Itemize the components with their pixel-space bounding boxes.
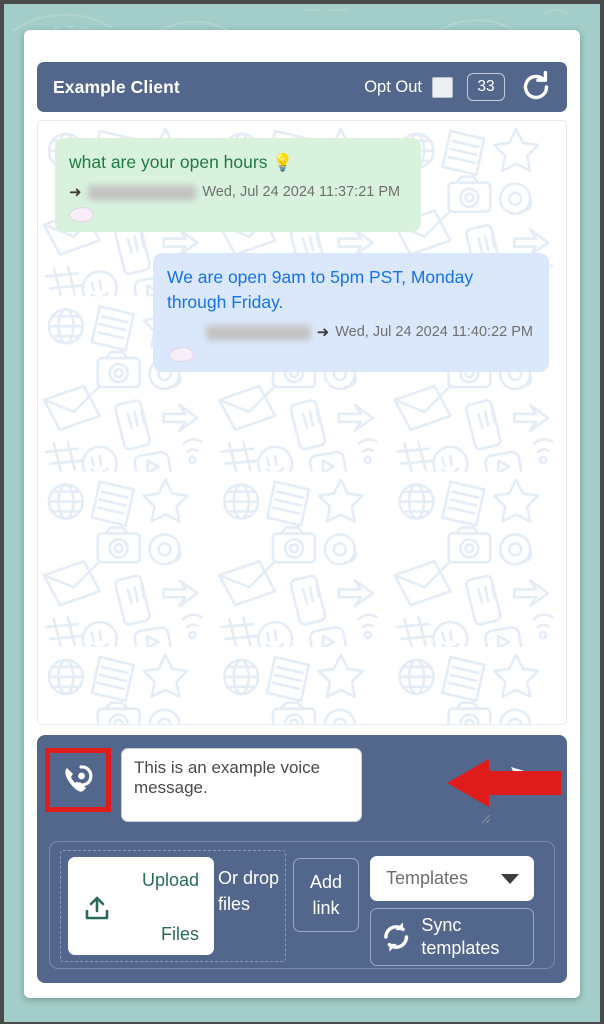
templates-select[interactable]: Templates (370, 856, 534, 901)
chat-header: Example Client Opt Out 33 (37, 62, 567, 112)
sync-templates-label: Sync templates (421, 915, 500, 958)
lightbulb-emoji: 💡 (272, 153, 294, 172)
messages-pane[interactable]: what are your open hours 💡 ➜ Steven Mart… (37, 120, 567, 725)
arrow-right-icon: ➜ (69, 183, 82, 201)
sync-templates-button[interactable]: Sync templates (370, 908, 534, 966)
message-bubble-inbound[interactable]: what are your open hours 💡 ➜ Steven Mart… (55, 138, 421, 232)
send-paper-plane-icon (511, 767, 551, 793)
templates-select-value: Templates (386, 868, 469, 888)
message-text: what are your open hours (69, 152, 268, 172)
unread-count-badge: 33 (467, 73, 505, 101)
message-text-row: We are open 9am to 5pm PST, Monday throu… (167, 265, 535, 315)
send-button[interactable] (505, 748, 557, 812)
drop-files-hint: Or drop files (218, 868, 280, 914)
page-title: Example Client (53, 76, 180, 97)
message-timestamp: Wed, Jul 24 2024 11:37:21 PM (202, 184, 401, 200)
attachment-toolbar: Upload Files Or drop files Add link Temp… (49, 841, 555, 969)
composer-panel: Upload Files Or drop files Add link Temp… (37, 735, 567, 983)
message-input-wrapper (121, 748, 495, 827)
upload-files-button[interactable]: Upload Files (68, 857, 214, 955)
phone-voicemail-icon (65, 765, 93, 792)
opt-out-checkbox[interactable] (432, 76, 453, 98)
message-text: We are open 9am to 5pm PST, Monday throu… (167, 267, 474, 312)
attachment-blob-shape (169, 347, 194, 362)
refresh-button[interactable] (517, 68, 555, 106)
sync-refresh-icon (384, 922, 409, 952)
message-text-row: what are your open hours 💡 (69, 150, 407, 175)
upload-icon (85, 896, 109, 920)
voice-message-button[interactable] (45, 748, 111, 812)
arrow-right-icon: ➜ (316, 323, 330, 341)
textarea-resize-handle[interactable] (479, 812, 491, 824)
message-timestamp: Wed, Jul 24 2024 11:40:22 PM (335, 324, 533, 340)
app-frame: Example Client Opt Out 33 what are your … (4, 4, 600, 1022)
chat-card: Example Client Opt Out 33 what are your … (24, 30, 580, 998)
opt-out-label: Opt Out (364, 77, 422, 96)
upload-label-bottom: Files (160, 924, 199, 944)
templates-column: Templates Sync templates (370, 850, 534, 966)
upload-label-top: Upload (141, 870, 199, 890)
add-link-button[interactable]: Add link (293, 858, 359, 932)
composer-top-row (37, 735, 567, 831)
message-meta: ➜ Steven Martinez Wed, Jul 24 2024 11:37… (69, 184, 407, 200)
chevron-down-icon (501, 874, 519, 884)
message-meta: David Schwartz ➜ Wed, Jul 24 2024 11:40:… (167, 324, 535, 340)
message-input[interactable] (121, 748, 362, 822)
sender-name-redacted: Steven Martinez (87, 184, 197, 200)
message-bubble-outbound[interactable]: We are open 9am to 5pm PST, Monday throu… (153, 253, 549, 372)
refresh-icon (523, 70, 549, 100)
sender-name-redacted: David Schwartz (205, 324, 311, 340)
attachment-blob-shape (69, 207, 94, 222)
file-dropzone[interactable]: Upload Files Or drop files (60, 850, 286, 962)
